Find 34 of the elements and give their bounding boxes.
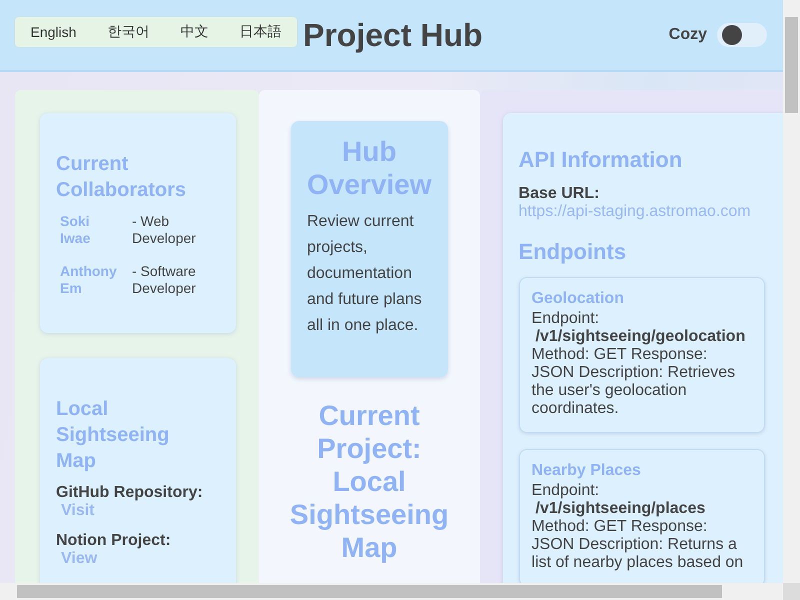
- scrollbar-corner: [783, 583, 800, 600]
- language-tab[interactable]: 한국어: [103, 23, 154, 41]
- endpoint-label: Endpoint:: [532, 482, 600, 500]
- vertical-scrollbar[interactable]: [783, 0, 800, 583]
- card-title: Local Sightseeing Map: [56, 397, 170, 474]
- overview-text: Review current projects, documentation and future plans all in one place.: [307, 212, 423, 336]
- endpoint-name: Nearby Places: [532, 462, 642, 480]
- card-title: Current Collaborators: [56, 152, 188, 203]
- endpoint-name: Geolocation: [532, 290, 625, 308]
- endpoint-path: /v1/sightseeing/geolocation: [534, 328, 746, 346]
- endpoint-details: Method: GET Response: JSON Description: Retrieves the user's geolocation coordinates.: [532, 346, 736, 418]
- page-title: Project Hub: [303, 16, 483, 54]
- horizontal-scrollbar[interactable]: [0, 583, 783, 600]
- link-label: GitHub Repository:: [56, 484, 204, 502]
- collaborator-name[interactable]: Anthony Em: [60, 263, 116, 297]
- api-title: API Information: [518, 147, 684, 173]
- project-link[interactable]: View: [61, 550, 98, 568]
- endpoint-path: /v1/sightseeing/places: [534, 500, 706, 518]
- link-label: Notion Project:: [56, 532, 172, 550]
- endpoint-label: Endpoint:: [532, 310, 600, 328]
- language-tab[interactable]: 日本語: [235, 23, 286, 41]
- endpoints-title: Endpoints: [518, 239, 628, 265]
- collaborator-name[interactable]: Soki Iwae: [60, 213, 116, 247]
- project-link[interactable]: Visit: [61, 502, 94, 520]
- language-tab[interactable]: English: [26, 24, 80, 40]
- current-project-heading: Current Project: Local Sightseeing Map: [288, 399, 450, 564]
- collaborator-role: - Software Developer: [131, 263, 197, 297]
- base-url-label: Base URL:: [518, 185, 600, 202]
- endpoint-details: Method: GET Response: JSON Description: Returns a list of nearby places based on: [532, 518, 744, 572]
- density-toggle[interactable]: [717, 23, 767, 47]
- base-url-link[interactable]: https://api-staging.astromao.com: [518, 203, 751, 221]
- language-tab[interactable]: 中文: [176, 23, 212, 41]
- toggle-label: Cozy: [668, 26, 707, 44]
- collaborator-role: - Web Developer: [131, 213, 197, 247]
